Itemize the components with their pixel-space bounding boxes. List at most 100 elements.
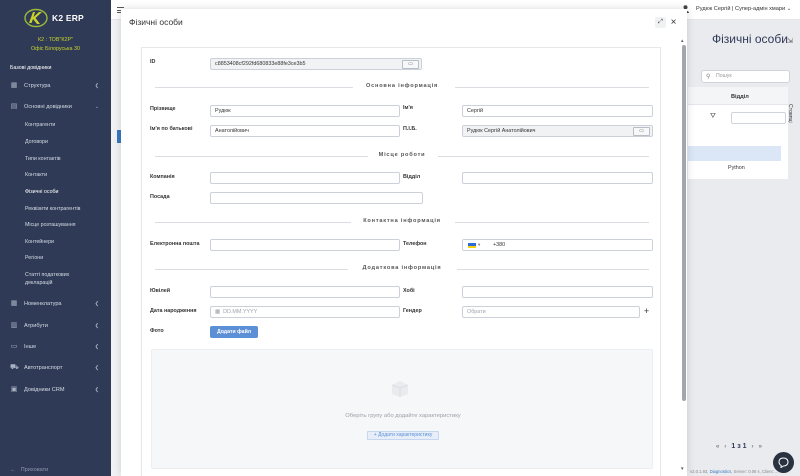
folder-icon: ▭ xyxy=(10,343,18,350)
sidebar-subitem-individuals[interactable]: Фізичні особи xyxy=(25,188,105,196)
sidebar-item-label: Структура xyxy=(24,83,51,89)
diagnostics-link[interactable]: Diagnostics xyxy=(710,469,732,474)
copy-icon[interactable]: ▭ xyxy=(633,127,650,136)
phone-input[interactable]: ▾ +380 xyxy=(462,239,653,251)
ukraine-flag-icon[interactable] xyxy=(468,243,476,248)
sidebar-subitem-contact-types[interactable]: Типи контактів xyxy=(25,155,105,163)
name-input[interactable]: Сергій xyxy=(462,105,653,117)
table-search-input[interactable]: ⚲ Пошук xyxy=(701,70,790,83)
filter-icon[interactable]: ⛛ xyxy=(710,113,716,121)
sidebar-subitem-counterparties[interactable]: Контрагенти xyxy=(25,121,105,129)
close-icon[interactable]: × xyxy=(668,17,679,28)
prev-page-icon[interactable]: ‹ xyxy=(724,444,726,450)
chat-icon xyxy=(778,457,789,468)
gender-select[interactable]: Обрати xyxy=(462,306,640,318)
sidebar-subitem-locations[interactable]: Місце розташування xyxy=(25,221,105,229)
table-row-selected[interactable] xyxy=(688,146,781,161)
sidebar-subitem-contracts[interactable]: Договори xyxy=(25,138,105,146)
sidebar-item-transport[interactable]: ⛟ Автотранспорт ❮ xyxy=(10,363,105,373)
sidebar-item-label: Атрибути xyxy=(24,323,48,329)
id-field[interactable]: c8853408cf292fd680833e88fe3ce3b5 ▭ xyxy=(210,58,422,70)
document-icon: ▤ xyxy=(10,103,18,110)
birthdate-input[interactable]: ▦ DD.MM.YYYY xyxy=(210,306,400,318)
jubilee-input[interactable] xyxy=(210,286,400,298)
sidebar-item-label: Автотранспорт xyxy=(24,365,63,371)
column-header-department[interactable]: Відділ xyxy=(731,94,749,100)
sidebar-item-label: Номенклатура xyxy=(24,301,62,307)
sidebar-item-main-refs[interactable]: ▤ Основні довідники ⌄ xyxy=(10,102,105,112)
chevron-down-icon[interactable]: ▾ xyxy=(478,240,480,250)
columns-toggle[interactable]: Стовпці xyxy=(785,104,793,123)
id-label: ID xyxy=(150,59,156,65)
chevron-left-icon: ❮ xyxy=(94,344,99,350)
gender-placeholder: Обрати xyxy=(467,309,486,315)
scroll-up-icon[interactable]: ▲ xyxy=(680,38,684,43)
sidebar-subitem-tax-articles[interactable]: Статті податкових декларацій xyxy=(25,271,105,287)
section-main-info: Основна інформація xyxy=(155,83,649,91)
section-divider xyxy=(438,156,649,157)
add-characteristic-button[interactable]: + Додати характеристику xyxy=(367,431,439,440)
column-filter-input[interactable] xyxy=(731,112,786,124)
footer-timing: , Server: 0.06 s, Client: ... xyxy=(731,469,779,474)
sidebar-item-crm[interactable]: ▣ Довідники CRM ❮ xyxy=(10,385,105,395)
sidebar-item-label: Довідники CRM xyxy=(24,387,65,393)
sidebar-item-other[interactable]: ▭ Інше ❮ xyxy=(10,342,105,352)
scrollbar-thumb[interactable] xyxy=(682,45,686,401)
patronymic-value: Анатолійович xyxy=(215,128,249,134)
sidebar-item-structure[interactable]: ▦ Структура ❮ xyxy=(10,81,105,91)
footer-version: v2.0.1.93, xyxy=(690,469,710,474)
calendar-icon[interactable]: ▦ xyxy=(215,309,220,315)
sidebar-subitem-regions[interactable]: Регіони xyxy=(25,254,105,262)
crm-icon: ▣ xyxy=(10,386,18,393)
surname-input[interactable]: Рудюк xyxy=(210,105,400,117)
department-input[interactable] xyxy=(462,172,653,184)
section-divider xyxy=(455,222,649,223)
patronymic-input[interactable]: Анатолійович xyxy=(210,125,400,137)
user-menu[interactable]: Рудюк Сергій | Супер-адмін хмари ⌄ xyxy=(696,6,791,12)
sidebar-collapse-button[interactable]: ← Приховати xyxy=(10,467,48,473)
last-page-icon[interactable]: » xyxy=(759,444,762,450)
add-gender-button[interactable]: + xyxy=(641,306,652,318)
section-contact-info: Контактна інформація xyxy=(155,218,649,226)
pin-icon[interactable]: ⇲ xyxy=(787,37,793,45)
office-name[interactable]: Офіс Білоруська 30 xyxy=(0,46,111,52)
table-cell-department[interactable]: Python xyxy=(728,165,745,171)
id-value: c8853408cf292fd680833e88fe3ce3b5 xyxy=(215,61,306,67)
section-additional-info: Додаткова інформація xyxy=(155,265,649,273)
logo-icon xyxy=(24,8,48,28)
sidebar-collapse-label: Приховати xyxy=(20,467,49,473)
form-card: ID c8853408cf292fd680833e88fe3ce3b5 ▭ Ос… xyxy=(141,47,661,476)
sidebar-subitem-requisites[interactable]: Реквізити контрагентів xyxy=(25,205,105,213)
fullname-field[interactable]: Рудюк Сергій Анатолійович ▭ xyxy=(462,125,653,137)
sidebar-subitem-label: декларацій xyxy=(25,280,53,286)
empty-box-icon xyxy=(391,381,409,397)
company-name[interactable]: К2 : ТОВ"К2Р" xyxy=(0,37,111,43)
sidebar-subitem-containers[interactable]: Контейнери xyxy=(25,238,105,246)
email-input[interactable] xyxy=(210,239,400,251)
position-input[interactable] xyxy=(210,192,423,204)
section-divider xyxy=(455,87,649,88)
arrow-left-icon: ← xyxy=(10,467,16,473)
hobby-input[interactable] xyxy=(462,286,653,298)
surname-label: Прізвище xyxy=(150,106,176,112)
next-page-icon[interactable]: › xyxy=(752,444,754,450)
characteristics-panel: Оберіть групу або додайте характеристику… xyxy=(151,349,653,469)
sidebar-section-title: Базові довідники xyxy=(10,65,52,71)
logo[interactable]: K2 ERP xyxy=(24,8,100,28)
sidebar-item-nomenclature[interactable]: ▦ Номенклатура ❮ xyxy=(10,299,105,309)
expand-icon[interactable]: ⤢ xyxy=(655,17,666,28)
sidebar-subitem-contacts[interactable]: Контакти xyxy=(25,171,105,179)
page-left-strip xyxy=(111,20,121,476)
copy-icon[interactable]: ▭ xyxy=(402,60,419,69)
page-indicator: 1 з 1 xyxy=(731,443,747,450)
add-file-button[interactable]: Додати файл xyxy=(210,326,258,338)
scroll-down-icon[interactable]: ▼ xyxy=(680,466,684,471)
company-input[interactable] xyxy=(210,172,400,184)
position-label: Посада xyxy=(150,194,170,200)
sidebar-item-attributes[interactable]: ▥ Атрибути ❮ xyxy=(10,321,105,331)
section-divider xyxy=(457,269,649,270)
gender-label: Гендер xyxy=(403,308,422,314)
chat-button[interactable] xyxy=(773,452,794,473)
sidebar-item-label: Основні довідники xyxy=(24,104,72,110)
first-page-icon[interactable]: « xyxy=(716,444,719,450)
